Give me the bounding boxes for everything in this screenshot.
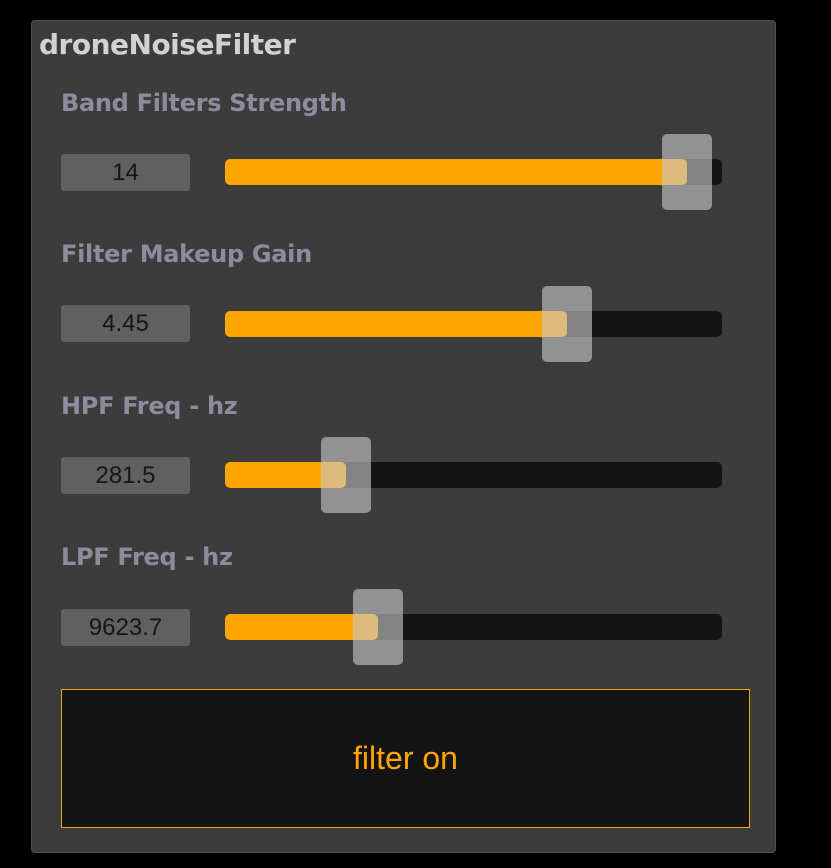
lpf-freq-label: LPF Freq - hz <box>61 543 233 571</box>
slider-fill <box>225 311 568 337</box>
lpf-freq-slider[interactable] <box>225 589 722 665</box>
hpf-freq-label: HPF Freq - hz <box>61 392 238 420</box>
filter-toggle-button[interactable]: filter on <box>61 689 750 828</box>
hpf-freq-slider[interactable] <box>225 437 722 513</box>
slider-thumb[interactable] <box>320 437 371 513</box>
plugin-panel: droneNoiseFilter Band Filters Strength 1… <box>31 20 776 853</box>
band-filters-strength-value[interactable]: 14 <box>61 154 190 191</box>
slider-thumb[interactable] <box>662 134 713 210</box>
hpf-freq-value[interactable]: 281.5 <box>61 457 190 494</box>
slider-thumb[interactable] <box>542 286 593 362</box>
filter-makeup-gain-slider[interactable] <box>225 286 722 362</box>
plugin-title: droneNoiseFilter <box>39 28 296 61</box>
filter-toggle-label: filter on <box>353 740 458 776</box>
band-filters-strength-label: Band Filters Strength <box>61 89 347 117</box>
lpf-freq-value[interactable]: 9623.7 <box>61 609 190 646</box>
slider-fill <box>225 159 688 185</box>
band-filters-strength-slider[interactable] <box>225 134 722 210</box>
filter-makeup-gain-value[interactable]: 4.45 <box>61 305 190 342</box>
slider-thumb[interactable] <box>353 589 404 665</box>
filter-makeup-gain-label: Filter Makeup Gain <box>61 240 312 268</box>
